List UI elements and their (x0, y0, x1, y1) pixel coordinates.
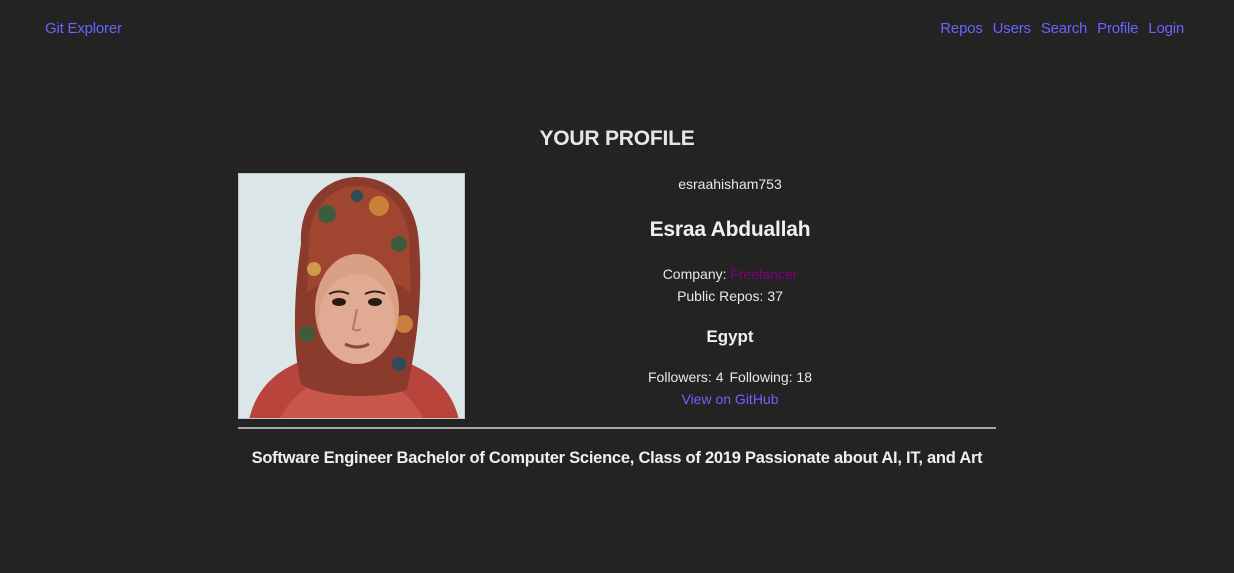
nav-link-repos[interactable]: Repos (940, 20, 983, 37)
public-repos-line: Public Repos: 37 (630, 288, 830, 304)
avatar (238, 173, 465, 419)
following-label: Following: (729, 369, 797, 385)
full-name: Esraa Abduallah (649, 218, 811, 241)
username: esraahisham753 (678, 176, 782, 192)
following-count: 18 (796, 369, 812, 385)
top-nav: Repos Users Search Profile Login (940, 20, 1184, 37)
profile-page: Git Explorer Repos Users Search Profile … (0, 0, 1234, 573)
public-repos-label: Public Repos: (677, 288, 768, 304)
location: Egypt (706, 327, 754, 346)
nav-link-profile[interactable]: Profile (1097, 20, 1138, 37)
followers-label: Followers: (648, 369, 716, 385)
page-title: YOUR PROFILE (539, 127, 695, 150)
follow-stats: Followers: 4 Following: 18 (630, 369, 830, 385)
nav-link-search[interactable]: Search (1041, 20, 1088, 37)
view-on-github-link[interactable]: View on GitHub (681, 391, 778, 407)
bio: Software Engineer Bachelor of Computer S… (251, 449, 983, 467)
followers-count: 4 (715, 369, 724, 385)
company-line: Company: Freelancer (630, 266, 830, 282)
divider (238, 427, 996, 429)
github-link-wrap: View on GitHub (630, 391, 830, 407)
company-value: Freelancer (730, 266, 798, 282)
nav-link-login[interactable]: Login (1148, 20, 1184, 37)
nav-link-users[interactable]: Users (993, 20, 1031, 37)
company-label: Company: (662, 266, 731, 282)
public-repos-count: 37 (767, 288, 783, 304)
avatar-photo (239, 174, 464, 418)
nav-brand-link[interactable]: Git Explorer (45, 20, 122, 37)
